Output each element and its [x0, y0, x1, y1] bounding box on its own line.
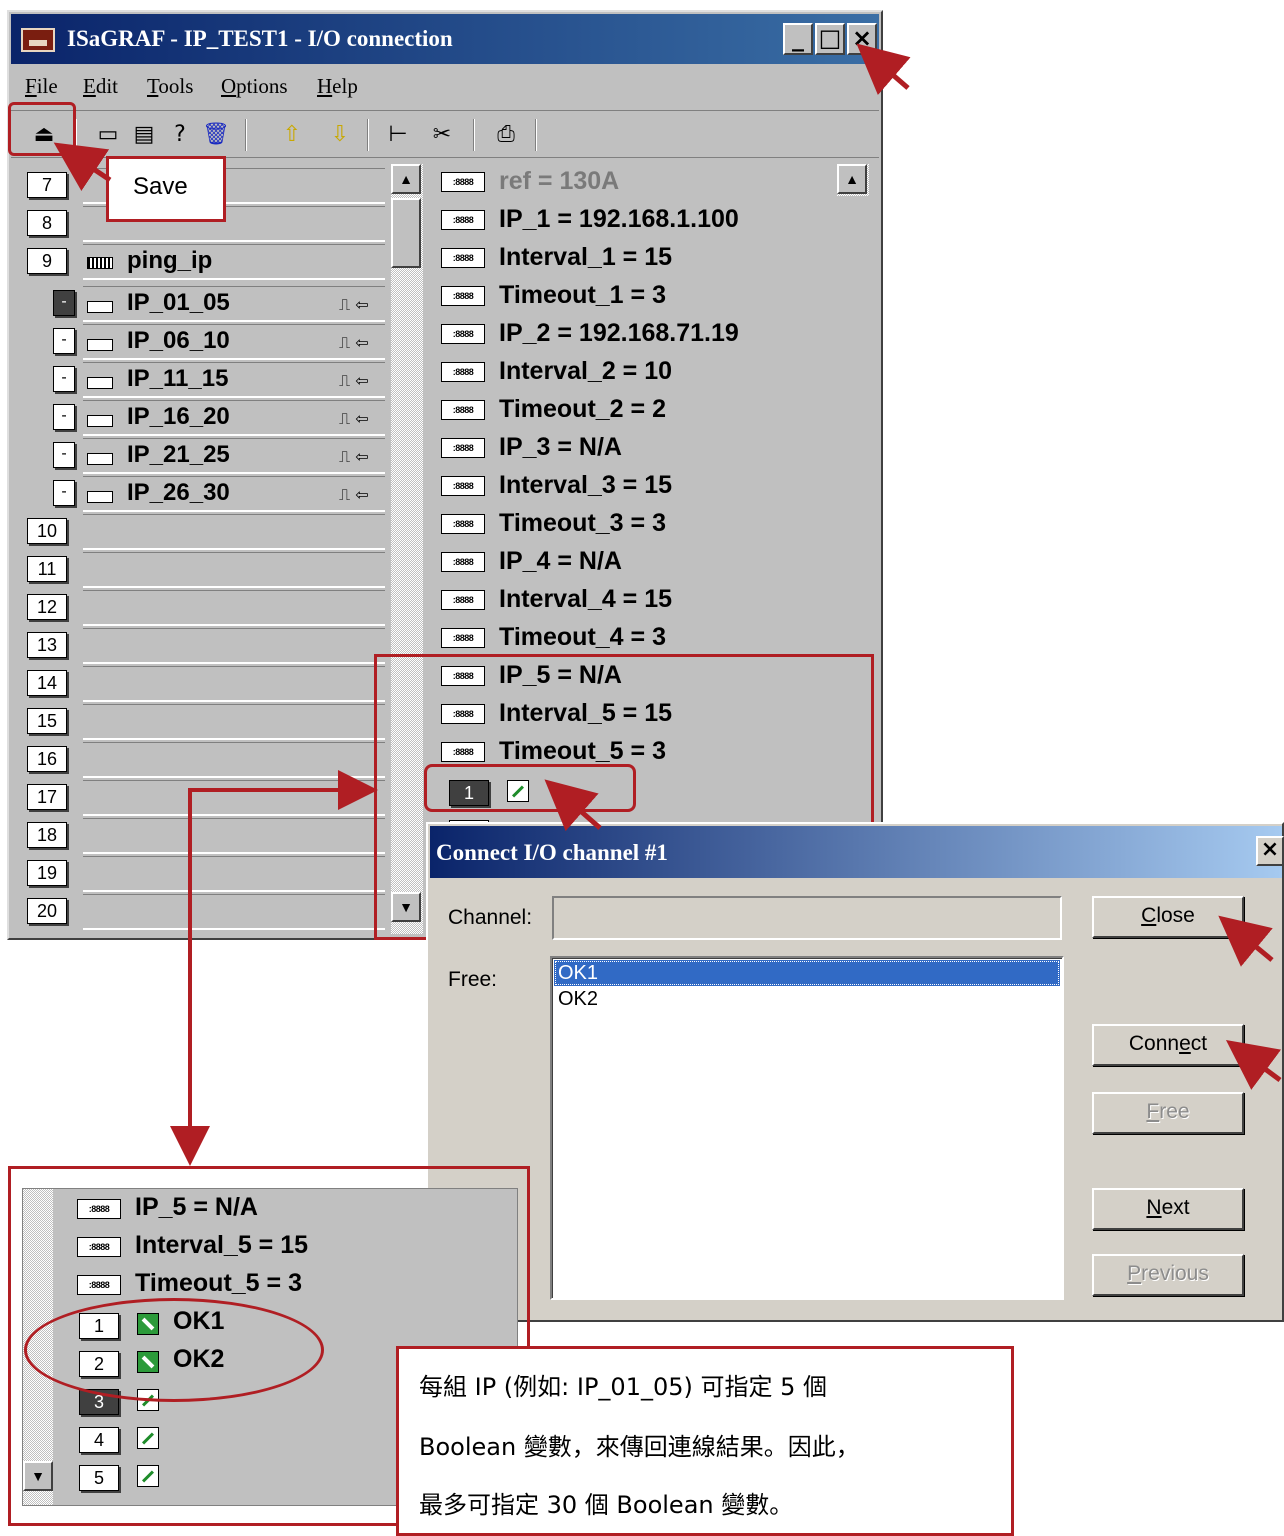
annotation-arrows — [53, 43, 1282, 1166]
dialog-close-arrow — [1218, 915, 1274, 967]
zoom-connector-line — [170, 788, 366, 1166]
connect-arrow — [1225, 1040, 1282, 1090]
save-arrow — [53, 142, 112, 191]
close-button-arrow — [856, 43, 911, 96]
channel-arrow — [544, 779, 602, 832]
